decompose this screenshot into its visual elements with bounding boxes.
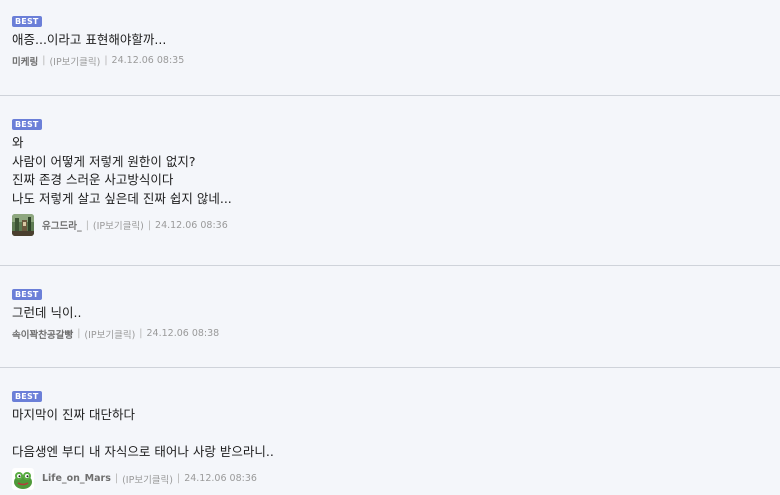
best-badge: BEST: [12, 391, 42, 402]
comment-line: 진짜 존경 스러운 사고방식이다: [12, 172, 174, 187]
comment-timestamp: 24.12.06 08:38: [146, 328, 220, 339]
comment-timestamp: 24.12.06 08:36: [184, 473, 257, 484]
ip-view-link[interactable]: (IP보기클릭): [122, 472, 173, 486]
comment-meta: 속이꽉찬공갈빵 | (IP보기클릭) | 24.12.06 08:38: [12, 327, 780, 341]
comment-body: 애증...이라고 표현해야할까...: [12, 31, 780, 50]
comment-timestamp: 24.12.06 08:35: [111, 55, 185, 66]
comment-line: 와: [12, 135, 24, 150]
comment-item: BEST 와 사람이 어떻게 저렇게 원한이 없지? 진짜 존경 스러운 사고방…: [0, 96, 780, 266]
comment-blank-line: [12, 425, 780, 444]
comment-line: 나도 저렇게 살고 싶은데 진짜 쉽지 않네...: [12, 190, 232, 206]
meta-separator: |: [139, 328, 143, 339]
meta-separator: |: [77, 328, 81, 339]
author-name[interactable]: Life_on_Mars: [42, 473, 111, 484]
best-badge: BEST: [12, 289, 42, 300]
frog-avatar-icon[interactable]: [12, 467, 34, 490]
author-name[interactable]: 속이꽉찬공갈빵: [12, 327, 73, 341]
comment-item: BEST 마지막이 진짜 대단하다 다음생엔 부디 내 자식으로 태어나 사랑 …: [0, 368, 780, 495]
comment-line: 사람이 어떻게 저렇게 원한이 없지?: [12, 153, 196, 169]
comment-line: 그런데 닉이..: [12, 305, 82, 320]
meta-separator: |: [114, 473, 119, 484]
ip-view-link[interactable]: (IP보기클릭): [93, 218, 144, 232]
comment-line: 다음생엔 부디 내 자식으로 태어나 사랑 받으라니..: [12, 444, 274, 459]
comment-line: 애증...이라고 표현해야할까...: [12, 32, 167, 47]
comment-meta: 미케링 | (IP보기클릭) | 24.12.06 08:35: [12, 54, 780, 68]
comment-meta: Life_on_Mars | (IP보기클릭) | 24.12.06 08:36: [12, 467, 780, 490]
meta-separator: |: [104, 55, 108, 66]
comment-body: 와 사람이 어떻게 저렇게 원한이 없지? 진짜 존경 스러운 사고방식이다 나…: [12, 134, 780, 208]
best-badge: BEST: [12, 16, 42, 27]
best-badge: BEST: [12, 119, 42, 130]
author-name[interactable]: 미케링: [12, 54, 38, 68]
comment-body: 마지막이 진짜 대단하다 다음생엔 부디 내 자식으로 태어나 사랑 받으라니.…: [12, 406, 780, 462]
comment-meta: 유그드라_ | (IP보기클릭) | 24.12.06 08:36: [12, 214, 780, 236]
comment-item: BEST 그런데 닉이.. 속이꽉찬공갈빵 | (IP보기클릭) | 24.12…: [0, 266, 780, 368]
ip-view-link[interactable]: (IP보기클릭): [49, 54, 100, 68]
meta-separator: |: [42, 55, 46, 66]
author-name[interactable]: 유그드라_: [42, 218, 82, 232]
comment-item: BEST 애증...이라고 표현해야할까... 미케링 | (IP보기클릭) |…: [0, 0, 780, 96]
meta-separator: |: [85, 219, 89, 231]
meta-separator: |: [177, 473, 181, 484]
meta-separator: |: [147, 219, 152, 231]
ip-view-link[interactable]: (IP보기클릭): [84, 327, 135, 341]
comment-body: 그런데 닉이..: [12, 304, 780, 323]
comment-line: 마지막이 진짜 대단하다: [12, 407, 135, 422]
comment-list: BEST 애증...이라고 표현해야할까... 미케링 | (IP보기클릭) |…: [0, 0, 780, 495]
comment-timestamp: 24.12.06 08:36: [155, 219, 228, 231]
forest-avatar-icon[interactable]: [12, 214, 34, 236]
